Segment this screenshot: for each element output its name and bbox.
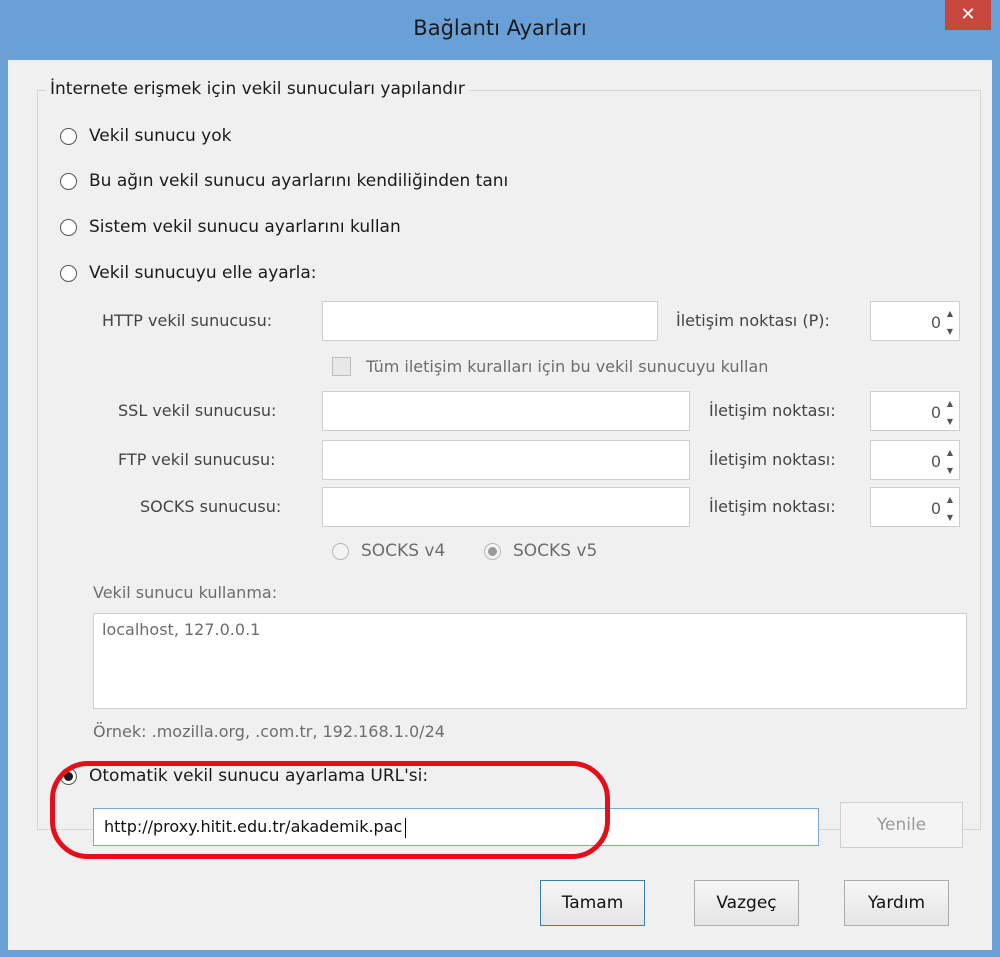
radio-icon[interactable]	[60, 172, 77, 190]
close-button[interactable]: ✕	[945, 0, 991, 30]
option-auto-detect-label: Bu ağın vekil sunucu ayarlarını kendiliğ…	[89, 171, 509, 191]
connection-settings-dialog: Bağlantı Ayarları ✕ İnternete erişmek iç…	[0, 0, 1000, 957]
socks-v5-option[interactable]: SOCKS v5	[484, 541, 597, 561]
text-cursor	[405, 817, 407, 838]
http-port-stepper[interactable]: 0 ▲ ▼	[870, 301, 960, 341]
radio-icon[interactable]	[60, 264, 77, 282]
use-for-all-checkbox[interactable]	[332, 357, 351, 376]
socks-proxy-input[interactable]	[322, 487, 690, 527]
http-proxy-input[interactable]	[322, 301, 658, 341]
group-legend: İnternete erişmek için vekil sunucuları …	[46, 79, 469, 99]
socks-v4-option[interactable]: SOCKS v4	[332, 541, 445, 561]
ssl-proxy-input[interactable]	[322, 391, 690, 431]
ftp-port-label: İletişim noktası:	[709, 450, 836, 469]
ssl-proxy-label: SSL vekil sunucusu:	[118, 401, 277, 420]
option-manual-proxy[interactable]: Vekil sunucuyu elle ayarla:	[60, 263, 317, 283]
no-proxy-for-value: localhost, 127.0.0.1	[102, 620, 261, 639]
spin-arrows-icon[interactable]: ▲ ▼	[943, 305, 957, 341]
option-auto-config-url-label: Otomatik vekil sunucu ayarlama URL'si:	[89, 766, 429, 786]
spin-arrows-icon[interactable]: ▲ ▼	[943, 395, 957, 431]
socks-v5-label: SOCKS v5	[513, 541, 598, 561]
no-proxy-for-label: Vekil sunucu kullanma:	[93, 583, 278, 602]
dialog-body: İnternete erişmek için vekil sunucuları …	[8, 60, 992, 950]
radio-icon[interactable]	[484, 542, 501, 560]
radio-icon[interactable]	[60, 127, 77, 145]
radio-icon[interactable]	[60, 767, 77, 785]
help-button[interactable]: Yardım	[844, 880, 949, 926]
no-proxy-for-textarea[interactable]: localhost, 127.0.0.1	[93, 613, 967, 709]
http-port-label: İletişim noktası (P):	[676, 311, 830, 330]
http-port-value: 0	[930, 313, 941, 332]
ssl-port-stepper[interactable]: 0 ▲ ▼	[870, 391, 960, 431]
spin-arrows-icon[interactable]: ▲ ▼	[943, 491, 957, 527]
socks-proxy-label: SOCKS sunucusu:	[140, 497, 282, 516]
socks-port-stepper[interactable]: 0 ▲ ▼	[870, 487, 960, 527]
auto-config-url-value: http://proxy.hitit.edu.tr/akademik.pac	[104, 817, 403, 836]
socks-port-value: 0	[930, 499, 941, 518]
option-system-proxy-label: Sistem vekil sunucu ayarlarını kullan	[89, 217, 401, 237]
no-proxy-example: Örnek: .mozilla.org, .com.tr, 192.168.1.…	[93, 722, 445, 741]
title-bar[interactable]: Bağlantı Ayarları ✕	[0, 0, 1000, 60]
option-manual-proxy-label: Vekil sunucuyu elle ayarla:	[89, 263, 317, 283]
ssl-port-label: İletişim noktası:	[709, 401, 836, 420]
auto-config-url-input[interactable]: http://proxy.hitit.edu.tr/akademik.pac	[93, 808, 819, 846]
cancel-button[interactable]: Vazgeç	[694, 880, 799, 926]
http-proxy-label: HTTP vekil sunucusu:	[102, 311, 273, 330]
option-no-proxy[interactable]: Vekil sunucu yok	[60, 126, 231, 146]
ftp-proxy-label: FTP vekil sunucusu:	[118, 450, 276, 469]
ftp-port-stepper[interactable]: 0 ▲ ▼	[870, 440, 960, 480]
socks-port-label: İletişim noktası:	[709, 497, 836, 516]
option-no-proxy-label: Vekil sunucu yok	[89, 126, 232, 146]
ssl-port-value: 0	[930, 403, 941, 422]
option-auto-config-url[interactable]: Otomatik vekil sunucu ayarlama URL'si:	[60, 766, 428, 786]
reload-button[interactable]: Yenile	[840, 802, 963, 848]
radio-icon[interactable]	[332, 542, 349, 560]
ftp-proxy-input[interactable]	[322, 440, 690, 480]
spin-arrows-icon[interactable]: ▲ ▼	[943, 444, 957, 480]
option-auto-detect[interactable]: Bu ağın vekil sunucu ayarlarını kendiliğ…	[60, 171, 508, 191]
ok-button[interactable]: Tamam	[540, 880, 645, 926]
dialog-title: Bağlantı Ayarları	[413, 16, 587, 40]
radio-icon[interactable]	[60, 218, 77, 236]
ftp-port-value: 0	[930, 452, 941, 471]
use-for-all-label: Tüm iletişim kuralları için bu vekil sun…	[366, 357, 769, 376]
socks-v4-label: SOCKS v4	[361, 541, 446, 561]
option-system-proxy[interactable]: Sistem vekil sunucu ayarlarını kullan	[60, 217, 401, 237]
